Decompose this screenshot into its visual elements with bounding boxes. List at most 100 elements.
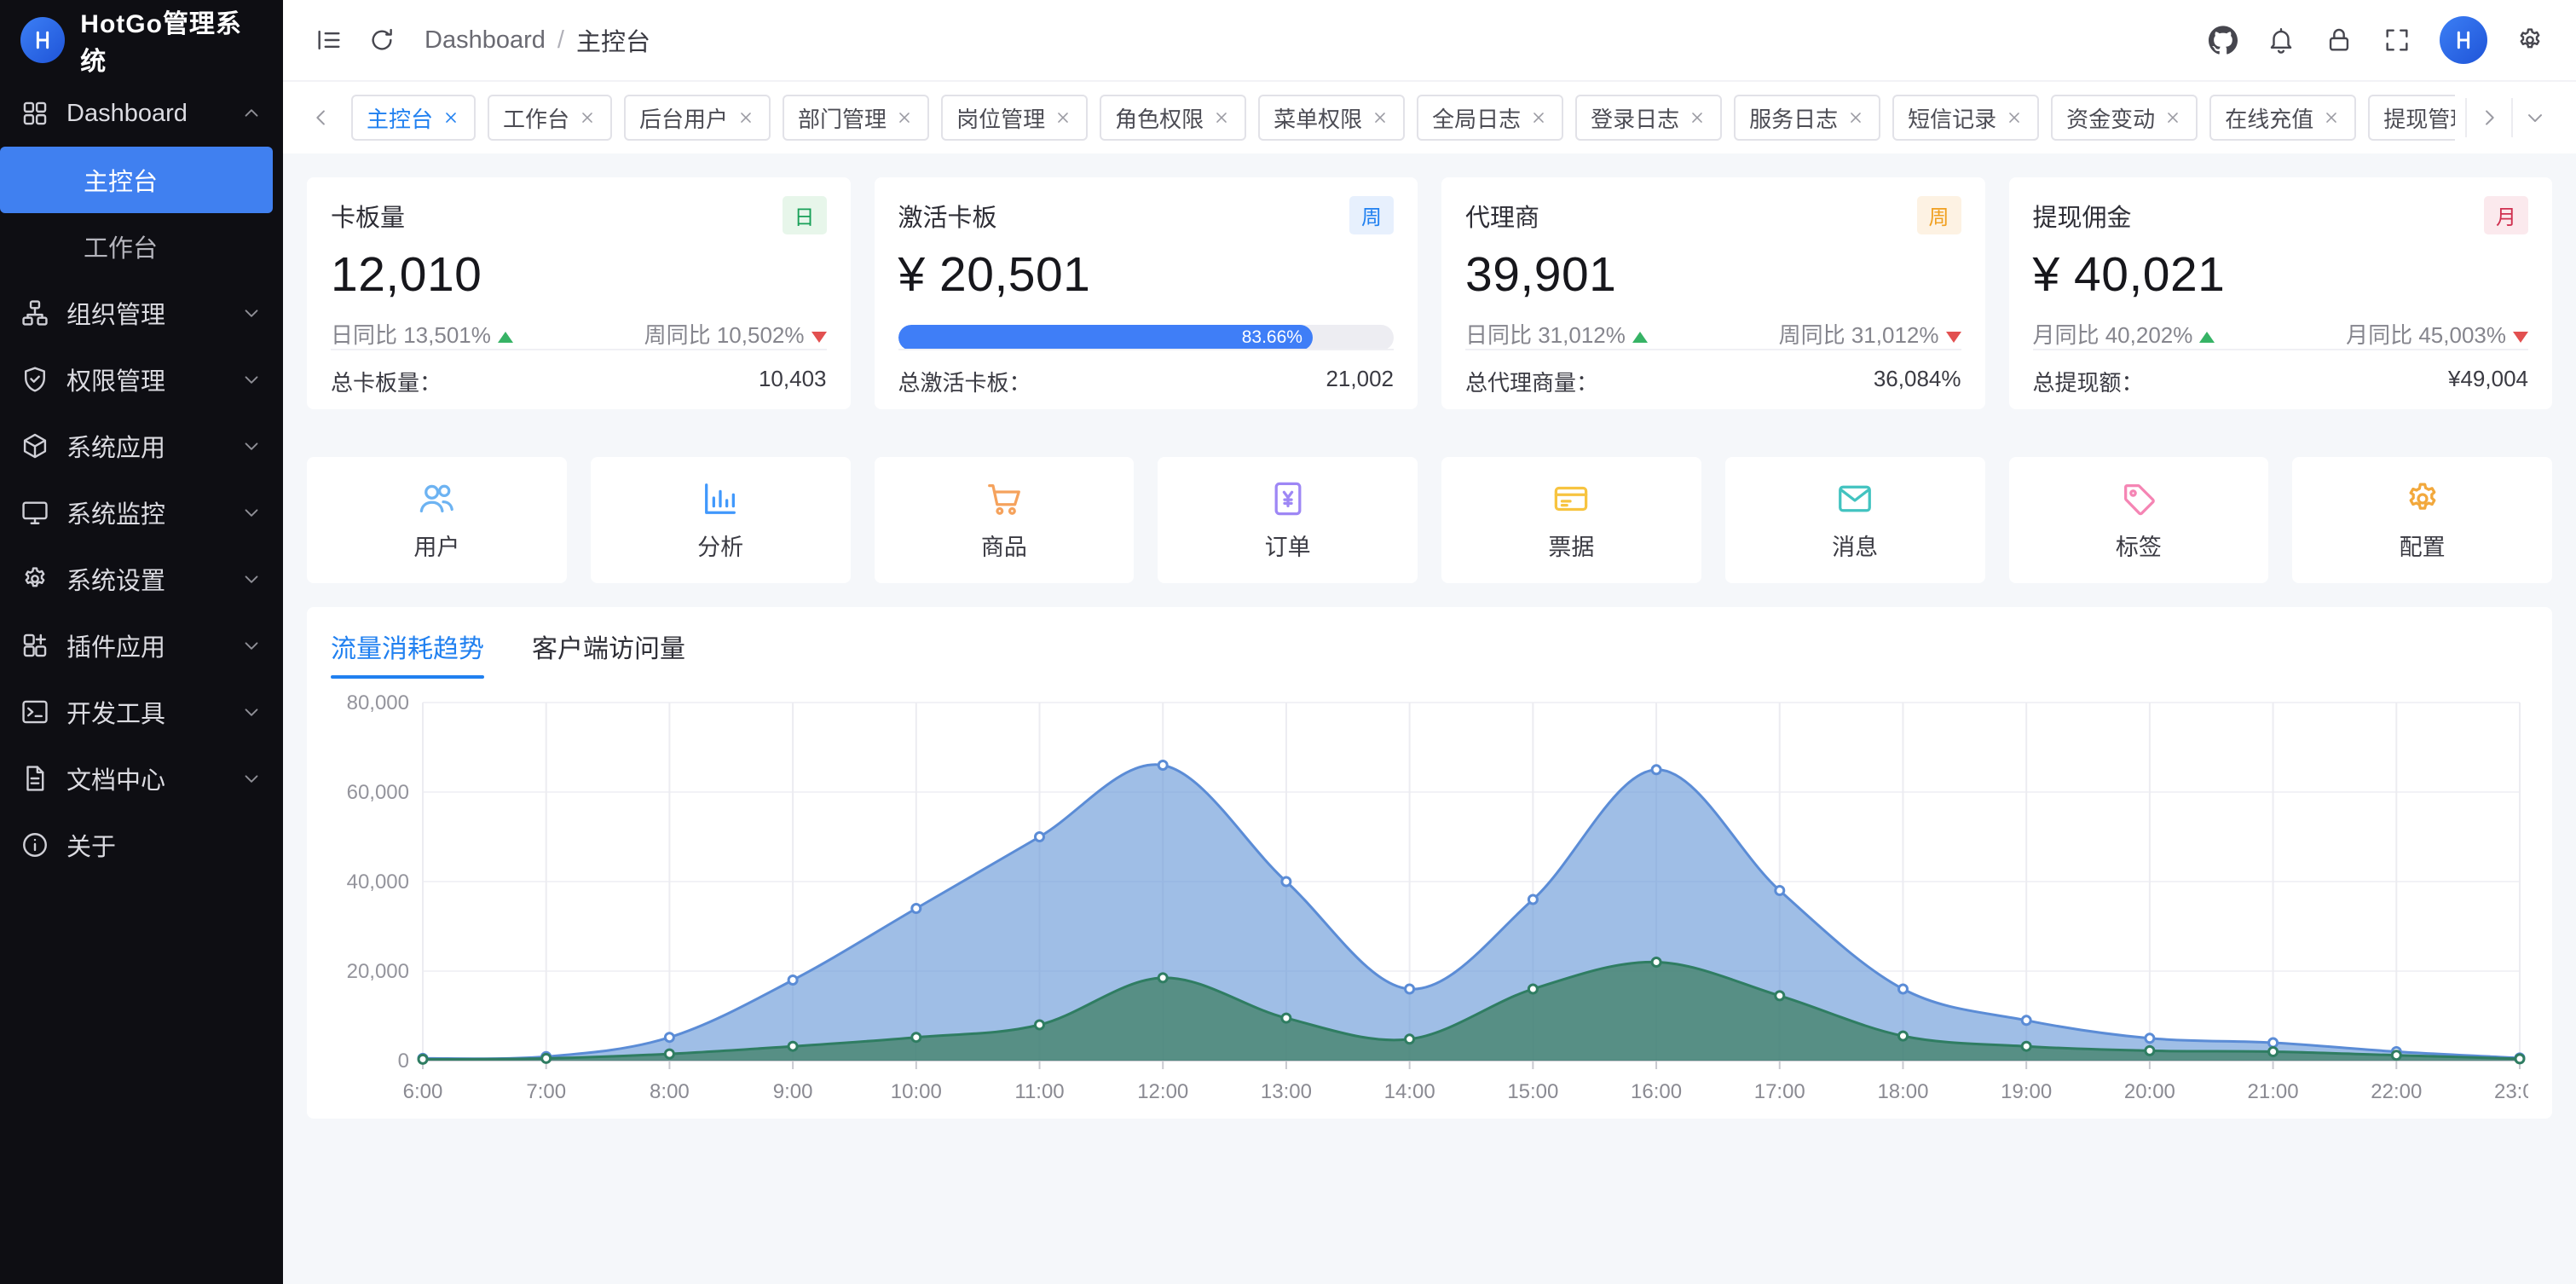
lock-screen-icon[interactable] bbox=[2315, 16, 2363, 64]
header-actions bbox=[2199, 16, 2554, 64]
sidebar-subitem-dashboard-0[interactable]: 主控台 bbox=[0, 147, 273, 213]
breadcrumb-current: 主控台 bbox=[576, 22, 650, 58]
quick-action-bar-chart[interactable]: 分析 bbox=[591, 457, 851, 583]
quick-action-label: 分析 bbox=[697, 529, 743, 562]
tab-close-icon[interactable] bbox=[1371, 108, 1389, 127]
tab-close-icon[interactable] bbox=[895, 108, 914, 127]
tabs-scroll-left-icon[interactable] bbox=[302, 98, 341, 137]
tab-3[interactable]: 部门管理 bbox=[783, 95, 929, 141]
tag-icon bbox=[2119, 479, 2158, 518]
terminal-icon bbox=[20, 697, 49, 726]
tabs-scroll-right-icon[interactable] bbox=[2465, 98, 2511, 137]
stat-card-header: 代理商 周 bbox=[1465, 196, 1961, 234]
tab-2[interactable]: 后台用户 bbox=[624, 95, 771, 141]
sidebar-item-monitor[interactable]: 系统监控 bbox=[0, 479, 283, 546]
tab-1[interactable]: 工作台 bbox=[488, 95, 612, 141]
tab-5[interactable]: 角色权限 bbox=[1100, 95, 1246, 141]
tab-9[interactable]: 服务日志 bbox=[1734, 95, 1880, 141]
app-logo[interactable]: HotGo管理系统 bbox=[0, 0, 283, 80]
quick-action-config[interactable]: 配置 bbox=[2292, 457, 2552, 583]
settings-gear-icon[interactable] bbox=[2506, 16, 2554, 64]
svg-text:13:00: 13:00 bbox=[1261, 1080, 1312, 1103]
tab-close-icon[interactable] bbox=[2163, 108, 2182, 127]
quick-action-label: 用户 bbox=[413, 529, 459, 562]
quick-action-users[interactable]: 用户 bbox=[307, 457, 567, 583]
sidebar-item-shield[interactable]: 权限管理 bbox=[0, 346, 283, 413]
sidebar-item-label: Dashboard bbox=[66, 100, 223, 128]
tab-label: 登录日志 bbox=[1591, 102, 1679, 134]
sidebar-item-info[interactable]: 关于 bbox=[0, 812, 283, 878]
tab-label: 部门管理 bbox=[798, 102, 887, 134]
tab-13[interactable]: 提现管理 bbox=[2368, 95, 2455, 141]
tab-close-icon[interactable] bbox=[1688, 108, 1707, 127]
sidebar-item-cube[interactable]: 系统应用 bbox=[0, 413, 283, 479]
stat-card-1: 激活卡板 周 ¥ 20,501 83.66% 总激活卡板： 21,002 bbox=[875, 177, 1418, 409]
quick-action-cart[interactable]: 商品 bbox=[875, 457, 1135, 583]
tabs-menu-chevron-down-icon[interactable] bbox=[2511, 98, 2557, 137]
breadcrumb-root[interactable]: Dashboard bbox=[425, 26, 546, 55]
user-avatar[interactable] bbox=[2440, 16, 2487, 64]
main-area: Dashboard / 主控台 主控台工作台后台用户部门管理岗位管理角色权限菜单… bbox=[283, 0, 2576, 1284]
tab-label: 服务日志 bbox=[1749, 102, 1838, 134]
trend-down-icon bbox=[1946, 332, 1961, 343]
tab-11[interactable]: 资金变动 bbox=[2051, 95, 2198, 141]
quick-action-order[interactable]: 订单 bbox=[1158, 457, 1418, 583]
tab-0[interactable]: 主控台 bbox=[351, 95, 476, 141]
sidebar-item-label: 插件应用 bbox=[66, 628, 223, 663]
chart-tab-1[interactable]: 客户端访问量 bbox=[532, 628, 685, 679]
stat-metrics: 日同比 31,012%周同比 31,012% bbox=[1465, 318, 1961, 349]
quick-actions: 用户 分析 商品 订单 票据 消息 标签 配置 bbox=[307, 457, 2552, 583]
mail-icon bbox=[1835, 479, 1874, 518]
tab-8[interactable]: 登录日志 bbox=[1575, 95, 1722, 141]
notifications-bell-icon[interactable] bbox=[2257, 16, 2305, 64]
quick-action-mail[interactable]: 消息 bbox=[1725, 457, 1985, 583]
fullscreen-icon[interactable] bbox=[2373, 16, 2421, 64]
metric: 月同比 45,003% bbox=[2346, 318, 2528, 350]
refresh-icon[interactable] bbox=[358, 16, 406, 64]
stat-card-title: 提现佣金 bbox=[2033, 198, 2132, 234]
tab-6[interactable]: 菜单权限 bbox=[1258, 95, 1405, 141]
stat-card-footer: 总代理商量： 36,084% bbox=[1465, 349, 1961, 397]
stat-footer-value: 36,084% bbox=[1874, 366, 1961, 397]
tab-close-icon[interactable] bbox=[2322, 108, 2341, 127]
github-icon[interactable] bbox=[2199, 16, 2247, 64]
sidebar-item-label: 系统设置 bbox=[66, 561, 223, 597]
metric: 周同比 10,502% bbox=[644, 318, 827, 350]
chart-tab-0[interactable]: 流量消耗趋势 bbox=[331, 628, 484, 679]
tab-close-icon[interactable] bbox=[442, 108, 460, 127]
tab-4[interactable]: 岗位管理 bbox=[941, 95, 1088, 141]
chevron-down-icon bbox=[240, 767, 263, 789]
tab-12[interactable]: 在线充值 bbox=[2209, 95, 2356, 141]
tab-close-icon[interactable] bbox=[2005, 108, 2024, 127]
app-title: HotGo管理系统 bbox=[80, 3, 263, 78]
svg-text:22:00: 22:00 bbox=[2371, 1080, 2422, 1103]
tab-close-icon[interactable] bbox=[1212, 108, 1231, 127]
tab-10[interactable]: 短信记录 bbox=[1892, 95, 2039, 141]
tab-label: 短信记录 bbox=[1908, 102, 1996, 134]
stat-card-0: 卡板量 日 12,010 日同比 13,501%周同比 10,502% 总卡板量… bbox=[307, 177, 851, 409]
tab-close-icon[interactable] bbox=[736, 108, 755, 127]
stat-card-header: 卡板量 日 bbox=[331, 196, 827, 234]
sidebar-item-org[interactable]: 组织管理 bbox=[0, 280, 283, 346]
tab-close-icon[interactable] bbox=[1054, 108, 1072, 127]
sidebar-item-document[interactable]: 文档中心 bbox=[0, 745, 283, 812]
sidebar-item-plugin[interactable]: 插件应用 bbox=[0, 612, 283, 679]
cart-icon bbox=[985, 479, 1024, 518]
quick-action-tag[interactable]: 标签 bbox=[2009, 457, 2269, 583]
sidebar-item-dashboard[interactable]: Dashboard bbox=[0, 80, 283, 147]
sidebar-item-terminal[interactable]: 开发工具 bbox=[0, 679, 283, 745]
sidebar-subitem-dashboard-1[interactable]: 工作台 bbox=[0, 213, 283, 280]
page-content: 卡板量 日 12,010 日同比 13,501%周同比 10,502% 总卡板量… bbox=[283, 153, 2576, 1284]
document-icon bbox=[20, 764, 49, 793]
tab-7[interactable]: 全局日志 bbox=[1417, 95, 1563, 141]
bar-chart-icon bbox=[701, 479, 740, 518]
quick-action-ticket[interactable]: 票据 bbox=[1441, 457, 1701, 583]
tab-close-icon[interactable] bbox=[1529, 108, 1548, 127]
ticket-icon bbox=[1551, 479, 1591, 518]
svg-text:15:00: 15:00 bbox=[1507, 1080, 1558, 1103]
tab-close-icon[interactable] bbox=[1846, 108, 1865, 127]
tab-close-icon[interactable] bbox=[578, 108, 597, 127]
stat-period-badge: 周 bbox=[1917, 196, 1961, 234]
collapse-menu-icon[interactable] bbox=[305, 16, 353, 64]
sidebar-item-gear[interactable]: 系统设置 bbox=[0, 546, 283, 612]
